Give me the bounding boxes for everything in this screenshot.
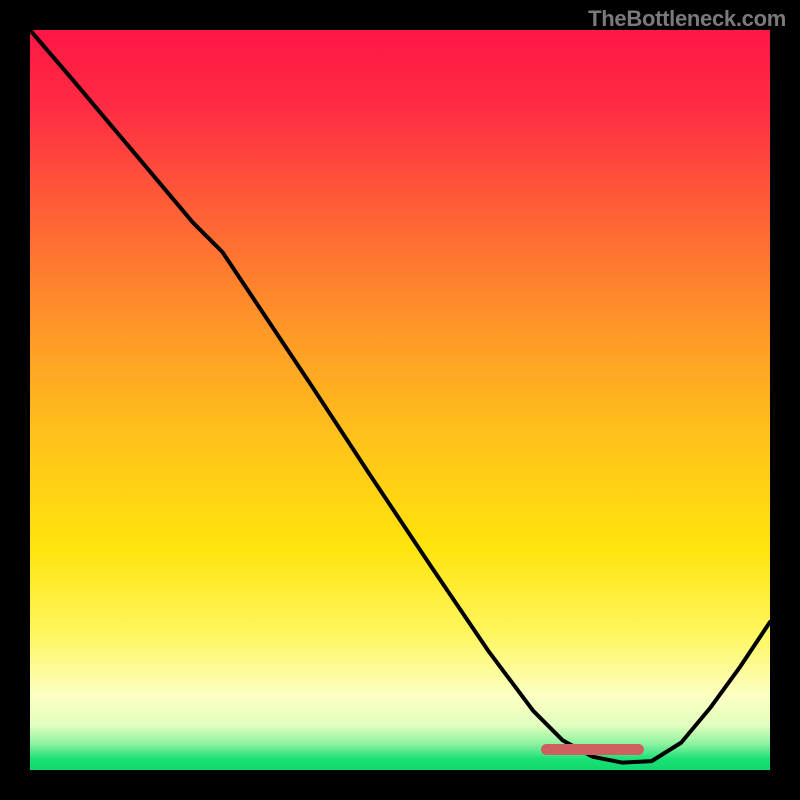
plot-area — [30, 30, 770, 770]
chart-frame: TheBottleneck.com — [0, 0, 800, 800]
line-series — [30, 30, 770, 770]
watermark-text: TheBottleneck.com — [588, 6, 786, 32]
optimal-range-marker — [541, 744, 645, 755]
